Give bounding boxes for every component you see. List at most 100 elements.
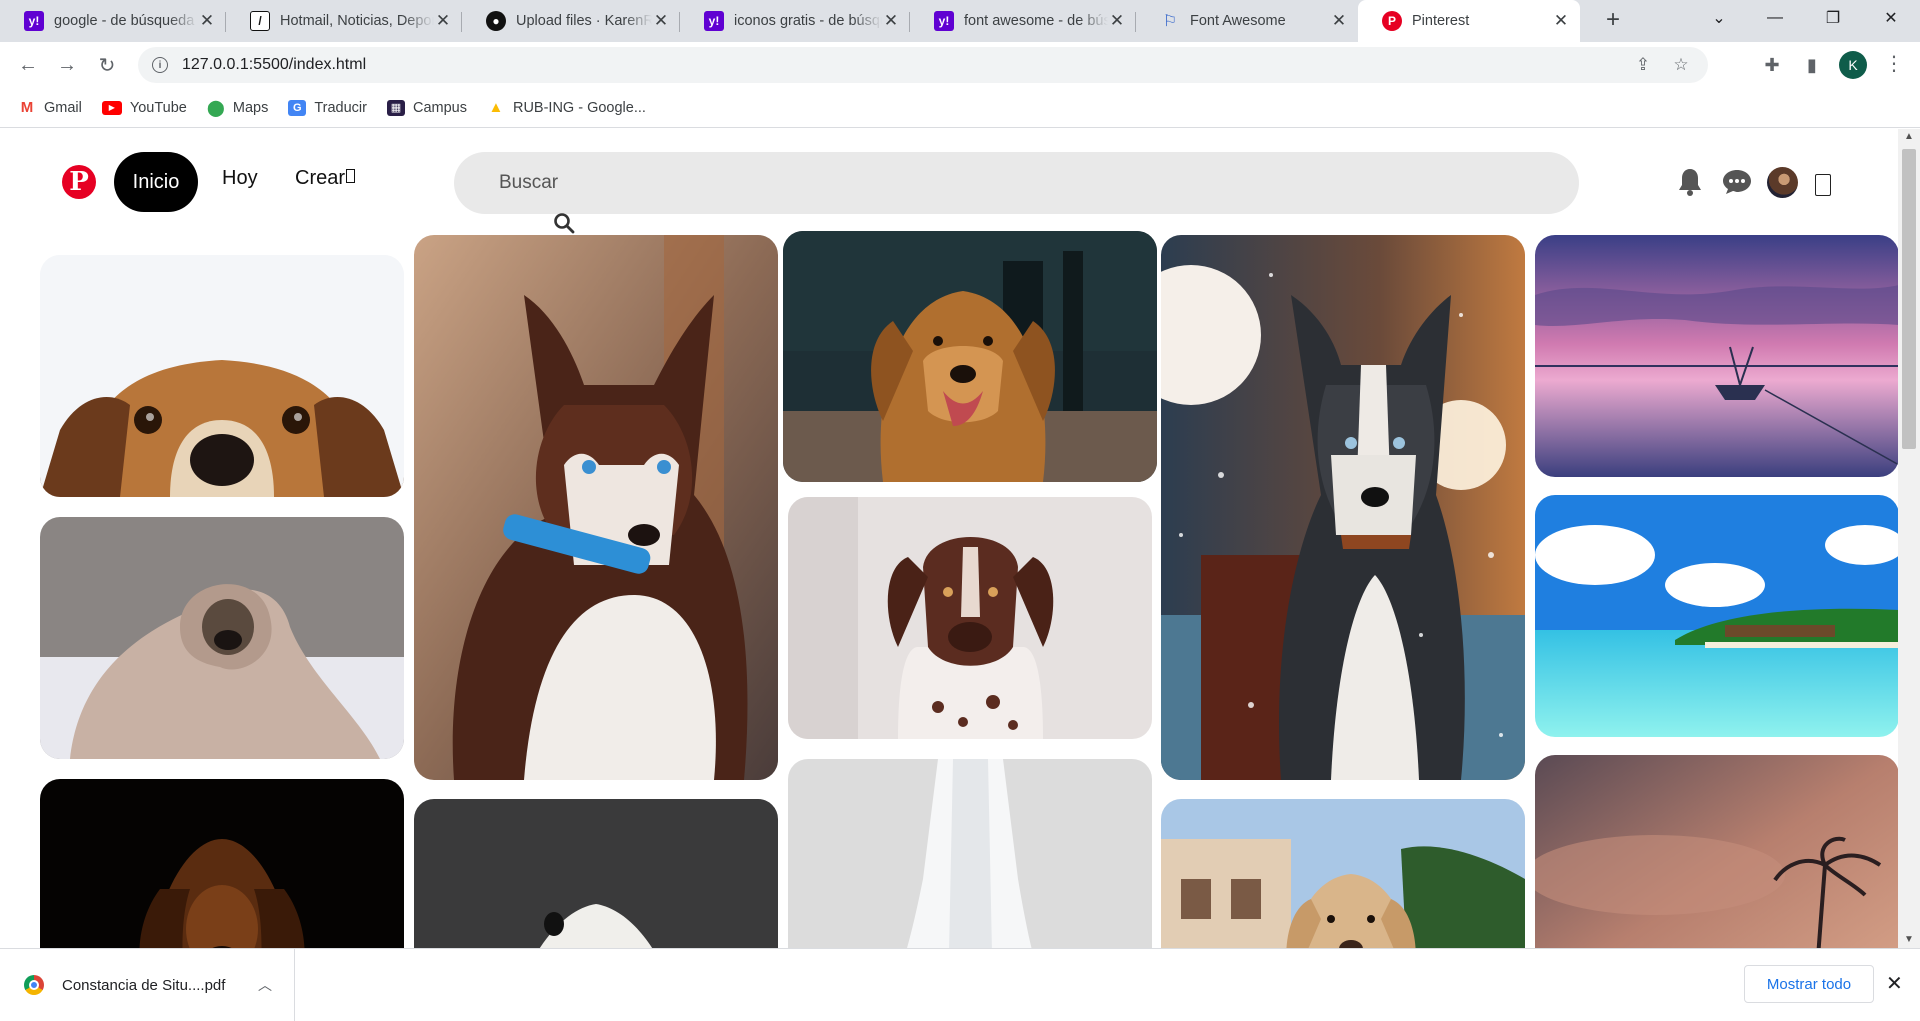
bookmark-star-icon[interactable]: ☆: [1671, 55, 1691, 75]
close-icon[interactable]: ✕: [1108, 11, 1126, 31]
pin-towel[interactable]: [788, 759, 1152, 948]
scrollbar-thumb[interactable]: [1902, 149, 1916, 449]
tab-title: Hotmail, Noticias, Deportes: [280, 13, 434, 29]
pin-retriever-outdoor[interactable]: [1161, 799, 1525, 948]
pin-pug-blanket[interactable]: [40, 517, 404, 759]
bookmark-label: RUB-ING - Google...: [512, 99, 646, 116]
messages-chat-icon[interactable]: [1721, 166, 1753, 198]
nav-hoy-link[interactable]: Hoy: [222, 167, 258, 190]
towel-image: [788, 759, 1152, 948]
tab-title: Upload files · KarenRub: [516, 13, 652, 29]
new-tab-button[interactable]: +: [1600, 8, 1626, 34]
user-avatar[interactable]: [1767, 167, 1798, 198]
close-icon[interactable]: ✕: [882, 11, 900, 31]
browser-menu-icon[interactable]: ⋮: [1884, 52, 1904, 78]
pin-tropical-beach[interactable]: [1535, 495, 1899, 737]
scroll-down-arrow-icon[interactable]: ▼: [1898, 932, 1920, 948]
pin-white-dog-dark[interactable]: [414, 799, 778, 948]
tab-font-awesome[interactable]: ⚐ Font Awesome ✕: [1136, 0, 1358, 42]
pin-sunset-boat[interactable]: [1535, 235, 1899, 477]
close-window-button[interactable]: ✕: [1868, 0, 1914, 36]
bookmark-gmail[interactable]: M Gmail: [18, 99, 82, 116]
tab-title: iconos gratis - de búsqueda: [734, 13, 882, 29]
forward-button[interactable]: →: [53, 51, 81, 79]
share-icon[interactable]: ⇪: [1633, 55, 1653, 75]
nav-crear-link[interactable]: Crear: [295, 167, 356, 190]
tab-title: Pinterest: [1412, 13, 1470, 29]
bookmarks-bar: M Gmail ▶ YouTube ⬤ Maps G Traducir ▦ Ca…: [0, 88, 1920, 128]
show-all-downloads-button[interactable]: Mostrar todo: [1744, 965, 1874, 1003]
account-menu-icon[interactable]: [1815, 174, 1831, 196]
notifications-bell-icon[interactable]: [1674, 166, 1706, 198]
pin-pointer-dog[interactable]: [788, 497, 1152, 739]
download-item[interactable]: Constancia de Situ....pdf ︿: [0, 949, 295, 1021]
tab-title: google - de búsqueda: [54, 13, 195, 29]
pointer-dog-image: [788, 497, 1152, 739]
missing-glyph-icon: [346, 169, 356, 183]
close-icon[interactable]: ✕: [1330, 11, 1348, 31]
spaniel-image: [40, 779, 404, 948]
close-icon[interactable]: ✕: [1552, 11, 1570, 31]
side-panel-icon[interactable]: ▮: [1800, 53, 1824, 77]
bookmark-maps[interactable]: ⬤ Maps: [206, 99, 269, 117]
restore-button[interactable]: ❐: [1810, 0, 1856, 36]
pin-cloudy-sunset[interactable]: [1535, 755, 1899, 948]
browser-toolbar: ← → ↻ i 127.0.0.1:5500/index.html ☆ ⇪ ✚ …: [0, 42, 1920, 88]
reload-button[interactable]: ↻: [93, 51, 121, 79]
tab-pinterest[interactable]: P Pinterest ✕: [1358, 0, 1580, 42]
husky-snow-image: [1161, 235, 1525, 780]
pinterest-logo-icon[interactable]: P: [62, 165, 96, 199]
pin-husky-snow[interactable]: [1161, 235, 1525, 780]
bookmark-campus[interactable]: ▦ Campus: [386, 99, 467, 116]
bookmark-rub-ing[interactable]: ▲ RUB-ING - Google...: [487, 99, 646, 116]
tab-font-awesome-search[interactable]: y! font awesome - de búsqueda ✕: [910, 0, 1136, 42]
search-bar[interactable]: [454, 152, 1579, 214]
bookmark-label: Maps: [232, 99, 269, 116]
address-bar[interactable]: i 127.0.0.1:5500/index.html ☆ ⇪: [138, 47, 1708, 83]
nav-inicio-button[interactable]: Inicio: [114, 152, 198, 212]
translate-icon: G: [288, 99, 307, 116]
profile-avatar[interactable]: K: [1839, 51, 1867, 79]
site-info-icon[interactable]: i: [152, 57, 168, 73]
url-text: 127.0.0.1:5500/index.html: [182, 56, 367, 73]
bookmark-label: Campus: [412, 99, 467, 116]
retriever-outdoor-image: [1161, 799, 1525, 948]
pug-image: [40, 517, 404, 759]
pin-spaniel-dark[interactable]: [40, 779, 404, 948]
tab-iconos-gratis[interactable]: y! iconos gratis - de búsqueda ✕: [680, 0, 910, 42]
close-icon[interactable]: ✕: [1886, 971, 1903, 996]
tab-github-upload[interactable]: ● Upload files · KarenRub ✕: [462, 0, 680, 42]
bookmark-youtube[interactable]: ▶ YouTube: [101, 99, 187, 116]
minimize-button[interactable]: —: [1752, 0, 1798, 36]
bookmark-label: Gmail: [44, 99, 82, 116]
hotmail-icon: /: [250, 11, 270, 31]
back-button[interactable]: ←: [14, 51, 42, 79]
campus-icon: ▦: [386, 99, 405, 116]
tab-hotmail[interactable]: / Hotmail, Noticias, Deportes ✕: [226, 0, 462, 42]
close-icon[interactable]: ✕: [198, 11, 216, 31]
bookmark-label: YouTube: [129, 99, 187, 116]
pinterest-icon: P: [1382, 11, 1402, 31]
tab-title: Font Awesome: [1190, 13, 1286, 29]
page-scrollbar[interactable]: ▲ ▼: [1898, 129, 1920, 948]
scroll-up-arrow-icon[interactable]: ▲: [1898, 129, 1920, 145]
bookmark-traducir[interactable]: G Traducir: [288, 99, 367, 116]
search-icon[interactable]: [552, 211, 578, 237]
pin-husky-puppy[interactable]: [414, 235, 778, 780]
extensions-puzzle-icon[interactable]: ✚: [1760, 53, 1784, 77]
pin-dog-peeking[interactable]: [40, 255, 404, 497]
chevron-up-icon[interactable]: ︿: [258, 975, 272, 995]
pin-golden-retriever[interactable]: [783, 231, 1157, 482]
tropical-beach-image: [1535, 495, 1899, 737]
tab-search-chevron-icon[interactable]: ⌄: [1696, 0, 1742, 36]
yahoo-icon: y!: [704, 11, 724, 31]
gmail-icon: M: [20, 99, 34, 116]
search-input[interactable]: [499, 152, 1499, 214]
close-icon[interactable]: ✕: [434, 11, 452, 31]
sunset-boat-image: [1535, 235, 1899, 477]
tab-google-search[interactable]: y! google - de búsqueda ✕: [0, 0, 226, 42]
maps-icon: ⬤: [206, 99, 225, 117]
close-icon[interactable]: ✕: [652, 11, 670, 31]
download-filename: Constancia de Situ....pdf: [62, 976, 226, 994]
google-drive-icon: ▲: [488, 99, 504, 116]
